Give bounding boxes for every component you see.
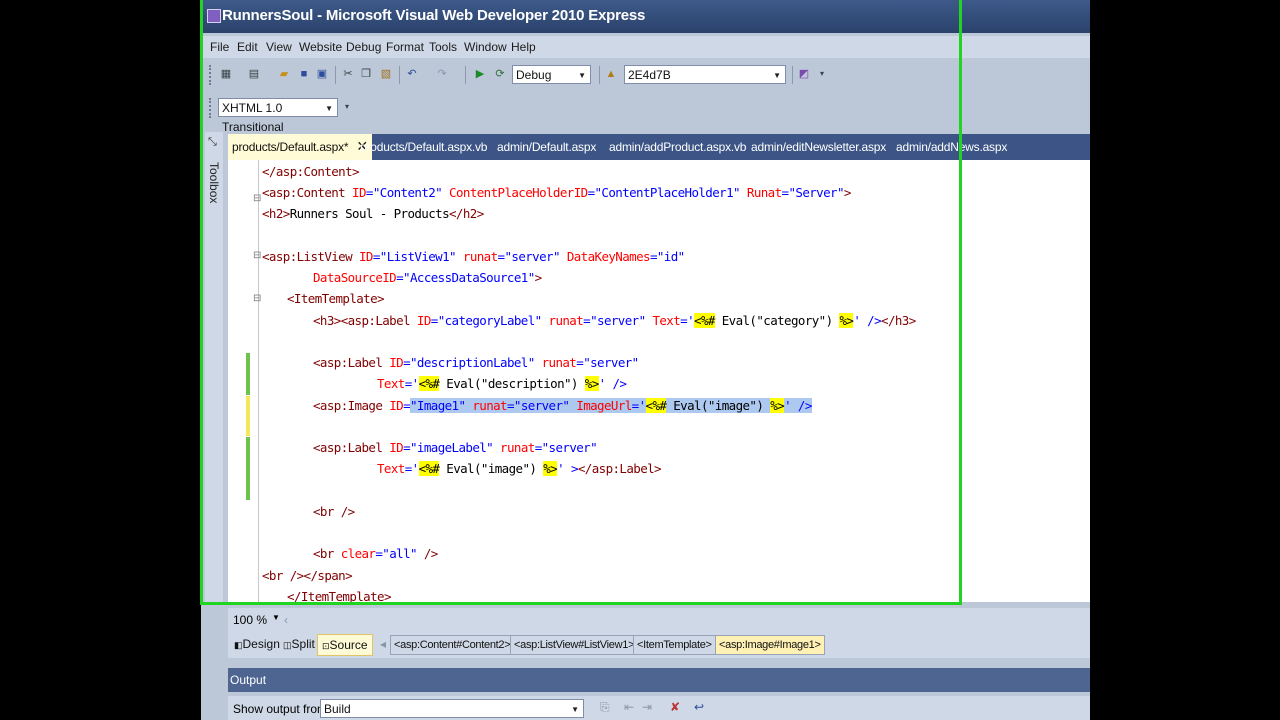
- scroll-left-icon[interactable]: ‹: [284, 613, 288, 627]
- show-output-label: Show output from:: [233, 702, 331, 716]
- previous-message-icon[interactable]: ⇤: [624, 700, 634, 714]
- source-view-button[interactable]: ⊡Source: [317, 634, 373, 656]
- split-icon: ◫: [283, 640, 292, 650]
- breadcrumb-listview1[interactable]: <asp:ListView#ListView1>: [510, 635, 639, 655]
- breadcrumb-scroll-left-icon[interactable]: ◂: [380, 637, 386, 651]
- breadcrumb-itemtemplate[interactable]: <ItemTemplate>: [633, 635, 716, 655]
- show-output-select[interactable]: Build ▼: [320, 699, 584, 718]
- design-view-button[interactable]: ◧Design: [230, 634, 284, 654]
- view-switcher-bar: ◧Design ◫Split ⊡Source ◂ <asp:Content#Co…: [228, 632, 1090, 658]
- source-icon: ⊡: [322, 641, 330, 651]
- editor-status-bar: 100 % ▼ ‹: [228, 608, 1090, 632]
- word-wrap-icon[interactable]: ↩: [694, 700, 704, 714]
- breadcrumb-content2[interactable]: <asp:Content#Content2>: [390, 635, 515, 655]
- next-message-icon[interactable]: ⇥: [642, 700, 652, 714]
- chevron-down-icon: ▼: [571, 705, 579, 714]
- highlight-frame: [200, 0, 962, 605]
- find-message-icon[interactable]: ⎘: [600, 700, 610, 715]
- output-toolbar: Show output from: Build ▼ ⎘ ⇤ ⇥ ✘ ↩: [228, 696, 1090, 720]
- zoom-level[interactable]: 100 %: [233, 613, 267, 627]
- design-icon: ◧: [234, 640, 243, 650]
- split-view-button[interactable]: ◫Split: [279, 634, 319, 654]
- output-panel-header: Output: [228, 668, 1090, 692]
- output-title: Output: [230, 673, 267, 687]
- breadcrumb-image1[interactable]: <asp:Image#Image1>: [715, 635, 825, 655]
- clear-all-icon[interactable]: ✘: [670, 700, 680, 714]
- zoom-dropdown-icon[interactable]: ▼: [272, 613, 280, 622]
